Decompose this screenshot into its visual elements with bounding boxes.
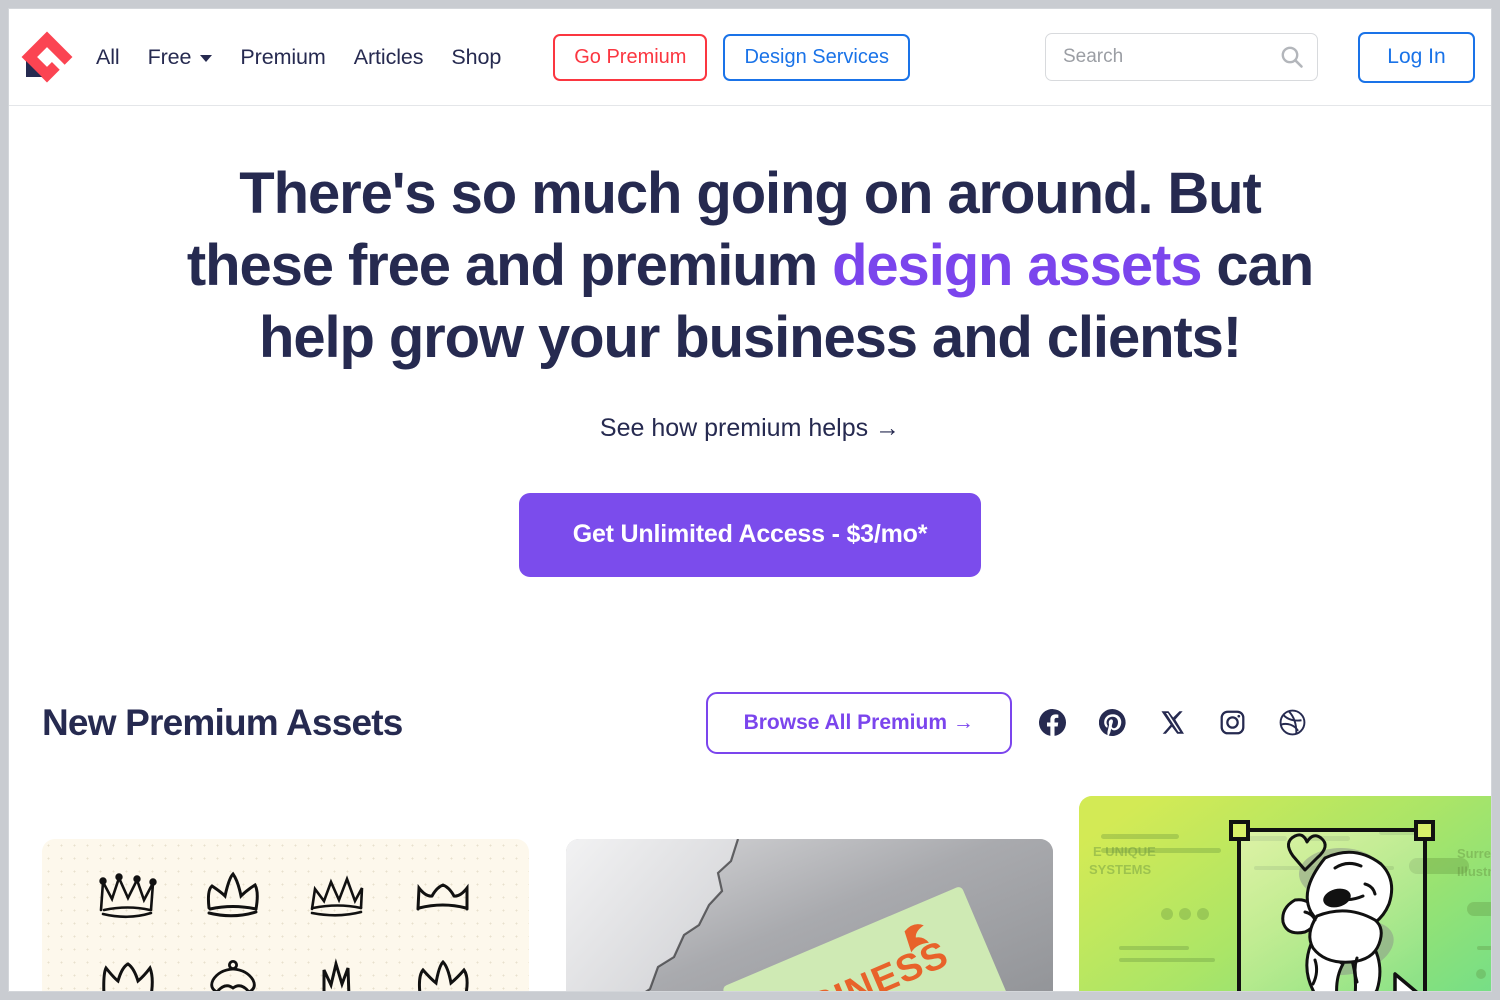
nav-item-premium[interactable]: Premium	[240, 45, 325, 70]
nav-item-articles[interactable]: Articles	[354, 45, 424, 70]
search-box	[1045, 33, 1318, 81]
design-services-button[interactable]: Design Services	[723, 33, 910, 81]
page-title: There's so much going on around. But the…	[170, 158, 1330, 374]
crown-doodle-icon	[302, 954, 374, 991]
nav-item-shop[interactable]: Shop	[451, 45, 501, 70]
search-input[interactable]	[1045, 33, 1318, 81]
crown-doodles-card[interactable]	[42, 839, 529, 991]
gfxtra-logo[interactable]	[16, 26, 78, 88]
x-twitter-icon[interactable]	[1159, 709, 1186, 736]
nav-item-all[interactable]: All	[96, 45, 120, 70]
pinterest-icon[interactable]	[1098, 709, 1126, 737]
nav-label: All	[96, 44, 120, 69]
crown-doodle-icon	[197, 954, 269, 991]
nav-label: Premium	[240, 44, 326, 69]
hero-section: There's so much going on around. But the…	[9, 106, 1491, 577]
crown-doodle-icon	[302, 868, 374, 924]
crown-doodle-icon	[92, 954, 164, 991]
crown-doodle-icon	[197, 868, 269, 924]
crown-doodle-icon	[407, 954, 479, 991]
crown-doodle-icon	[92, 868, 164, 924]
header-right-group: Log In	[1045, 31, 1475, 83]
nav-label: Articles	[353, 44, 424, 69]
nav-item-free[interactable]: Free	[148, 45, 213, 70]
business-card-mockup-card[interactable]: BUSINESS	[566, 839, 1053, 991]
headline-accent: design assets	[832, 232, 1202, 298]
site-header: All Free Premium Articles Shop Go Premiu…	[9, 9, 1491, 106]
section-title: New Premium Assets	[42, 701, 403, 743]
see-how-premium-helps-link[interactable]: See how premium helps →	[600, 414, 900, 443]
browser-viewport: All Free Premium Articles Shop Go Premiu…	[8, 8, 1492, 992]
svg-text:E UNIQUE: E UNIQUE	[1093, 844, 1156, 859]
header-cta-group: Go Premium Design Services	[553, 33, 910, 81]
dribbble-icon[interactable]	[1279, 709, 1306, 736]
primary-navigation: All Free Premium Articles Shop	[96, 45, 501, 70]
search-icon[interactable]	[1279, 44, 1305, 70]
svg-text:Surre: Surre	[1457, 846, 1491, 861]
browse-all-premium-button[interactable]: Browse All Premium →	[705, 691, 1012, 754]
green-illustration-card[interactable]: E UNIQUE SYSTEMS Surre Illustra	[1079, 796, 1492, 991]
instagram-icon[interactable]	[1219, 709, 1246, 736]
facebook-icon[interactable]	[1038, 709, 1066, 737]
section-header: New Premium Assets Browse All Premium →	[9, 685, 1491, 761]
chevron-down-icon	[200, 55, 213, 62]
nav-label: Shop	[451, 44, 502, 69]
asset-card-grid: BUSINESS	[9, 796, 1491, 991]
go-premium-button[interactable]: Go Premium	[553, 33, 708, 81]
social-links	[1038, 709, 1306, 737]
get-unlimited-access-button[interactable]: Get Unlimited Access - $3/mo*	[518, 492, 982, 577]
nav-label: Free	[147, 44, 192, 69]
crown-doodle-icon	[407, 868, 479, 924]
crown-doodle-grid	[76, 853, 495, 991]
svg-text:Illustra: Illustra	[1457, 864, 1492, 879]
login-button[interactable]: Log In	[1358, 31, 1475, 83]
svg-text:SYSTEMS: SYSTEMS	[1089, 862, 1151, 877]
